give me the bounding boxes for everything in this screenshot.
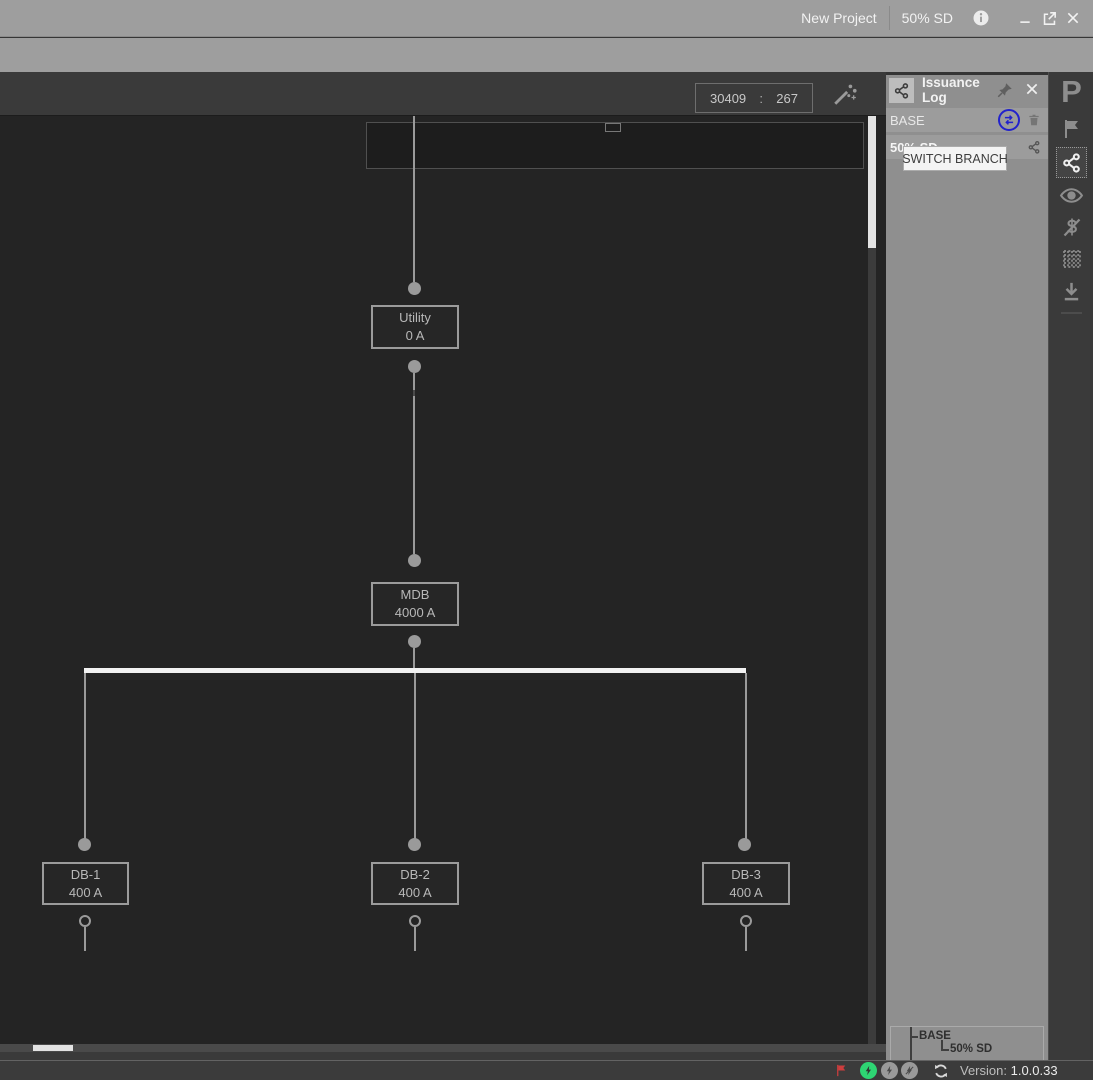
equipment-name: MDB: [373, 587, 457, 603]
terminal-stem[interactable]: [745, 927, 747, 951]
project-name: New Project: [801, 10, 876, 26]
feeder-drop-line[interactable]: [84, 673, 86, 839]
title-bar-divider: [889, 6, 890, 30]
info-icon[interactable]: [969, 6, 993, 30]
terminal-circle[interactable]: [409, 915, 421, 927]
flag-red-icon[interactable]: [834, 1063, 849, 1078]
version-value: 1.0.0.33: [1011, 1063, 1058, 1078]
title-bar: New Project 50% SD: [0, 0, 1093, 37]
status-bar: Version: 1.0.0.33: [0, 1060, 1093, 1080]
breaker-tick[interactable]: [413, 390, 415, 396]
coordinate-separator: :: [759, 91, 763, 106]
export-icon[interactable]: [1049, 278, 1093, 304]
tree-line: [941, 1049, 949, 1051]
terminal-circle[interactable]: [79, 915, 91, 927]
feeder-line[interactable]: [413, 116, 415, 282]
equipment-box-mdb[interactable]: MDB 4000 A: [371, 582, 459, 626]
toolbar-separator: [1061, 312, 1082, 314]
grid-icon[interactable]: [1049, 246, 1093, 272]
pin-icon[interactable]: [996, 81, 1014, 99]
node-dot[interactable]: [78, 838, 91, 851]
branch-tree: BASE 50% SD: [890, 1026, 1044, 1060]
branch-icon: [889, 78, 914, 103]
magic-wand-icon[interactable]: [832, 81, 858, 107]
equipment-box-db3[interactable]: DB-3 400 A: [702, 862, 790, 905]
feeder-drop-line[interactable]: [745, 673, 747, 839]
main-area: 30409 : 267 Utility 0 A: [0, 72, 1093, 1060]
node-dot[interactable]: [408, 838, 421, 851]
coordinate-y: 267: [776, 91, 798, 106]
feeder-drop-line[interactable]: [414, 673, 416, 839]
node-dot[interactable]: [408, 635, 421, 648]
coordinate-x: 30409: [710, 91, 746, 106]
frame-port[interactable]: [605, 123, 621, 132]
switch-branch-tooltip: SWITCH BRANCH: [903, 146, 1007, 171]
active-branch-label: 50% SD: [902, 10, 953, 26]
equipment-rating: 0 A: [373, 328, 457, 344]
equipment-name: Utility: [373, 310, 457, 326]
delete-branch-icon[interactable]: [1027, 113, 1041, 127]
horizontal-scrollbar[interactable]: [0, 1044, 886, 1052]
projects-button[interactable]: P: [1049, 74, 1093, 110]
equipment-rating: 400 A: [44, 885, 127, 901]
node-dot[interactable]: [408, 282, 421, 295]
tree-node-50sd: 50% SD: [950, 1043, 992, 1055]
equipment-name: DB-1: [44, 867, 127, 883]
canvas-toolbar: 30409 : 267: [0, 72, 886, 116]
equipment-box-db1[interactable]: DB-1 400 A: [42, 862, 129, 905]
terminal-circle[interactable]: [740, 915, 752, 927]
restore-button[interactable]: [1037, 6, 1061, 30]
power-on-icon[interactable]: [860, 1062, 877, 1079]
equipment-name: DB-3: [704, 867, 788, 883]
version-text: Version: 1.0.0.33: [960, 1063, 1058, 1078]
branch-small-icon[interactable]: [1027, 140, 1041, 154]
no-cost-icon[interactable]: [1049, 214, 1093, 240]
panel-title: Issuance Log: [922, 75, 996, 105]
tree-line: [910, 1036, 918, 1038]
terminal-stem[interactable]: [84, 927, 86, 951]
log-row-base[interactable]: BASE: [886, 108, 1048, 132]
node-dot[interactable]: [408, 360, 421, 373]
sync-icon[interactable]: [933, 1063, 949, 1079]
equipment-name: DB-2: [373, 867, 457, 883]
diagram-canvas[interactable]: Utility 0 A MDB 4000 A: [0, 116, 886, 1044]
issuance-log-panel: Issuance Log BASE 50% SD: [886, 75, 1048, 1060]
app-window: New Project 50% SD 30409 : 267: [0, 0, 1093, 1080]
close-button[interactable]: [1061, 6, 1085, 30]
tree-line: [910, 1027, 912, 1060]
equipment-rating: 400 A: [373, 885, 457, 901]
power-mid-icon[interactable]: [881, 1062, 898, 1079]
toolbar-band: [0, 38, 1093, 72]
equipment-box-db2[interactable]: DB-2 400 A: [371, 862, 459, 905]
switch-branch-button[interactable]: [998, 109, 1020, 131]
connector-line[interactable]: [413, 373, 415, 554]
vertical-scrollbar[interactable]: [868, 116, 876, 1044]
log-row-label: BASE: [890, 113, 925, 128]
equipment-rating: 4000 A: [373, 605, 457, 621]
eye-icon[interactable]: [1049, 182, 1093, 208]
power-off-icon[interactable]: [901, 1062, 918, 1079]
equipment-rating: 400 A: [704, 885, 788, 901]
canvas-column: 30409 : 267 Utility 0 A: [0, 72, 886, 1060]
equipment-box-utility[interactable]: Utility 0 A: [371, 305, 459, 349]
panel-header: Issuance Log: [886, 75, 1048, 105]
flag-icon[interactable]: [1049, 116, 1093, 142]
version-label: Version:: [960, 1063, 1007, 1078]
node-dot[interactable]: [408, 554, 421, 567]
terminal-stem[interactable]: [414, 927, 416, 951]
vertical-scrollbar-thumb[interactable]: [868, 116, 876, 248]
branch-icon: [1056, 147, 1087, 178]
issuance-log-button-active[interactable]: [1049, 146, 1093, 178]
tree-node-base: BASE: [919, 1030, 951, 1042]
node-dot[interactable]: [738, 838, 751, 851]
minimize-button[interactable]: [1013, 6, 1037, 30]
horizontal-scrollbar-thumb[interactable]: [33, 1045, 73, 1051]
panel-close-icon[interactable]: [1024, 81, 1042, 99]
coordinate-display: 30409 : 267: [695, 83, 813, 113]
connector-line[interactable]: [413, 648, 415, 668]
right-toolbar: P: [1048, 72, 1093, 1060]
